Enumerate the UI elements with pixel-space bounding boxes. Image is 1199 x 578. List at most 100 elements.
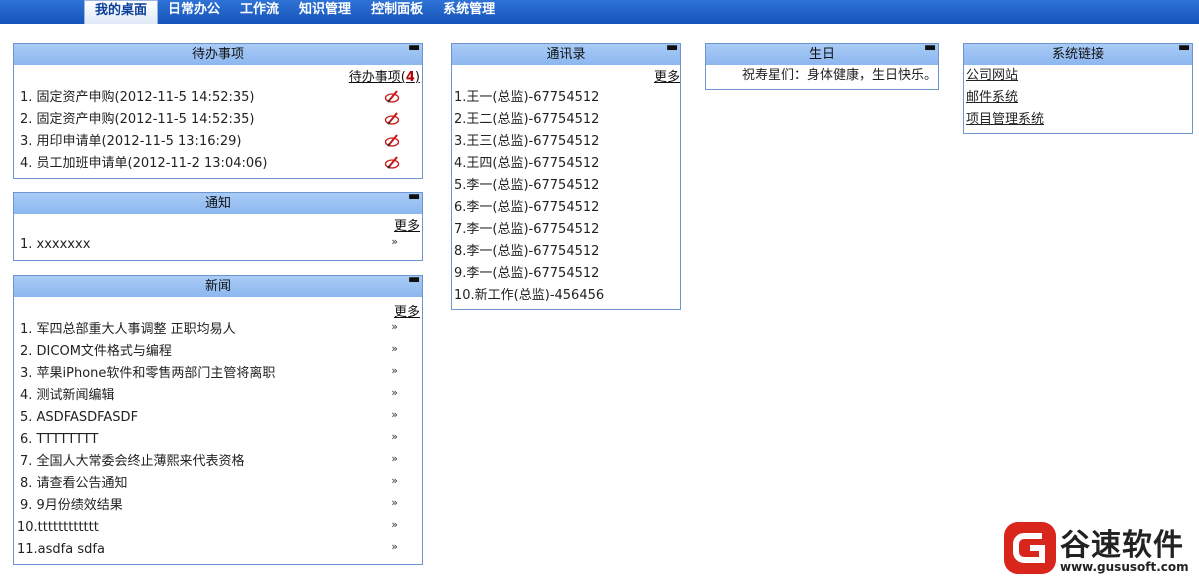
notice-panel-title: 通知	[204, 196, 231, 211]
links-panel-header: 系统链接 ▬	[964, 41, 1192, 65]
news-item-link[interactable]: 5. ASDFASDFASDF	[20, 410, 138, 425]
notice-item-link[interactable]: 1. xxxxxxx	[20, 237, 90, 252]
nav-tab-desktop[interactable]: 我的桌面	[84, 0, 159, 24]
news-item-link[interactable]: 10.tttttttttttt	[17, 520, 99, 535]
list-item: 4.王四(总监)-67754512	[452, 153, 680, 175]
double-chevron-icon[interactable]: »	[391, 452, 398, 466]
news-item-link[interactable]: 4. 测试新闻编辑	[20, 388, 115, 403]
news-more-row: 更多	[14, 297, 422, 320]
double-chevron-icon[interactable]: »	[391, 320, 398, 334]
list-item: 5.李一(总监)-67754512	[452, 175, 680, 197]
birthday-panel: 生日 ▬ 祝寿星们：身体健康，生日快乐。	[705, 41, 939, 90]
birthday-panel-title: 生日	[808, 47, 835, 62]
list-item: 9.李一(总监)-67754512	[452, 263, 680, 285]
nav-tab-daily-office[interactable]: 日常办公	[158, 0, 230, 24]
contact-item-link[interactable]: 1.王一(总监)-67754512	[454, 90, 599, 105]
contact-item-link[interactable]: 10.新工作(总监)-456456	[454, 288, 604, 303]
list-item: 2. DICOM文件格式与编程 »	[14, 341, 422, 363]
todo-count-close: )	[414, 70, 420, 85]
contacts-panel: 通讯录 ▬ 更多 1.王一(总监)-67754512 2.王二(总监)-6775…	[451, 41, 681, 310]
collapse-icon[interactable]: ▬	[1178, 41, 1190, 54]
double-chevron-icon[interactable]: »	[391, 386, 398, 400]
link-company-site[interactable]: 公司网站	[964, 68, 1018, 83]
todo-panel-header: 待办事项 ▬	[14, 41, 422, 65]
double-chevron-icon[interactable]: »	[391, 518, 398, 532]
nav-tab-control-panel[interactable]: 控制面板	[361, 0, 433, 24]
collapse-icon[interactable]: ▬	[408, 41, 420, 54]
notice-panel-header: 通知 ▬	[14, 190, 422, 214]
double-chevron-icon[interactable]: »	[391, 364, 398, 378]
todo-item-link[interactable]: 3. 用印申请单(2012-11-5 13:16:29)	[20, 134, 241, 149]
links-list: 公司网站 邮件系统 项目管理系统	[964, 65, 1192, 131]
collapse-icon[interactable]: ▬	[408, 190, 420, 203]
list-item: 7.李一(总监)-67754512	[452, 219, 680, 241]
collapse-icon[interactable]: ▬	[924, 41, 936, 54]
contact-item-link[interactable]: 8.李一(总监)-67754512	[454, 244, 599, 259]
news-item-link[interactable]: 3. 苹果iPhone软件和零售两部门主管将离职	[20, 366, 275, 381]
todo-more-link[interactable]: 待办事项(4)	[349, 66, 420, 85]
list-item: 3.王三(总监)-67754512	[452, 131, 680, 153]
contact-item-link[interactable]: 3.王三(总监)-67754512	[454, 134, 599, 149]
double-chevron-icon[interactable]: »	[391, 408, 398, 422]
todo-panel: 待办事项 ▬ 待办事项(4) 1. 固定资产申购(2012-11-5 14:52…	[13, 41, 423, 179]
list-item: 2. 固定资产申购(2012-11-5 14:52:35)	[14, 109, 422, 131]
contact-item-link[interactable]: 4.王四(总监)-67754512	[454, 156, 599, 171]
todo-more-row: 待办事项(4)	[14, 65, 422, 85]
pencil-icon[interactable]	[384, 89, 400, 105]
main-nav: 我的桌面 日常办公 工作流 知识管理 控制面板 系统管理	[84, 0, 505, 24]
nav-tab-system-admin[interactable]: 系统管理	[433, 0, 505, 24]
double-chevron-icon[interactable]: »	[391, 430, 398, 444]
list-item: 邮件系统	[964, 87, 1192, 109]
notice-list: 1. xxxxxxx »	[14, 234, 422, 256]
watermark-url: www.gususoft.com	[1060, 560, 1189, 574]
pencil-icon[interactable]	[384, 155, 400, 171]
news-item-link[interactable]: 8. 请查看公告通知	[20, 476, 128, 491]
news-more-link[interactable]: 更多	[394, 301, 420, 320]
news-item-link[interactable]: 9. 9月份绩效结果	[20, 498, 123, 513]
double-chevron-icon[interactable]: »	[391, 496, 398, 510]
list-item: 10.新工作(总监)-456456	[452, 285, 680, 307]
collapse-icon[interactable]: ▬	[666, 41, 678, 54]
notice-more-link[interactable]: 更多	[394, 215, 420, 234]
list-item: 7. 全国人大常委会终止薄熙来代表资格 »	[14, 451, 422, 473]
todo-panel-title: 待办事项	[191, 47, 244, 62]
news-item-link[interactable]: 7. 全国人大常委会终止薄熙来代表资格	[20, 454, 245, 469]
todo-item-link[interactable]: 2. 固定资产申购(2012-11-5 14:52:35)	[20, 112, 254, 127]
list-item: 4. 测试新闻编辑 »	[14, 385, 422, 407]
news-panel-header: 新闻 ▬	[14, 273, 422, 297]
logo-icon	[1004, 522, 1056, 574]
watermark-logo: 谷速软件 www.gususoft.com	[1002, 518, 1199, 578]
link-project-system[interactable]: 项目管理系统	[964, 112, 1044, 127]
contact-item-link[interactable]: 7.李一(总监)-67754512	[454, 222, 599, 237]
list-item: 11.asdfa sdfa »	[14, 539, 422, 561]
news-panel: 新闻 ▬ 更多 1. 军四总部重大人事调整 正职均易人 » 2. DICOM文件格…	[13, 273, 423, 565]
contact-item-link[interactable]: 9.李一(总监)-67754512	[454, 266, 599, 281]
list-item: 2.王二(总监)-67754512	[452, 109, 680, 131]
todo-item-link[interactable]: 4. 员工加班申请单(2012-11-2 13:04:06)	[20, 156, 267, 171]
news-item-link[interactable]: 1. 军四总部重大人事调整 正职均易人	[20, 322, 236, 337]
contact-item-link[interactable]: 6.李一(总监)-67754512	[454, 200, 599, 215]
news-item-link[interactable]: 11.asdfa sdfa	[17, 542, 105, 557]
contacts-more-link[interactable]: 更多	[654, 66, 680, 85]
pencil-icon[interactable]	[384, 111, 400, 127]
list-item: 4. 员工加班申请单(2012-11-2 13:04:06)	[14, 153, 422, 175]
link-mail-system[interactable]: 邮件系统	[964, 90, 1018, 105]
news-item-link[interactable]: 6. TTTTTTTT	[20, 432, 98, 447]
double-chevron-icon[interactable]: »	[391, 235, 398, 249]
nav-tab-workflow[interactable]: 工作流	[230, 0, 289, 24]
list-item: 1.王一(总监)-67754512	[452, 87, 680, 109]
pencil-icon[interactable]	[384, 133, 400, 149]
double-chevron-icon[interactable]: »	[391, 342, 398, 356]
list-item: 3. 苹果iPhone软件和零售两部门主管将离职 »	[14, 363, 422, 385]
news-panel-title: 新闻	[204, 279, 231, 294]
todo-item-link[interactable]: 1. 固定资产申购(2012-11-5 14:52:35)	[20, 90, 254, 105]
double-chevron-icon[interactable]: »	[391, 474, 398, 488]
contact-item-link[interactable]: 5.李一(总监)-67754512	[454, 178, 599, 193]
collapse-icon[interactable]: ▬	[408, 273, 420, 286]
todo-count-badge: 4	[405, 70, 415, 85]
todo-more-label: 待办事项	[348, 70, 401, 85]
nav-tab-knowledge[interactable]: 知识管理	[289, 0, 361, 24]
news-item-link[interactable]: 2. DICOM文件格式与编程	[20, 344, 172, 359]
contact-item-link[interactable]: 2.王二(总监)-67754512	[454, 112, 599, 127]
double-chevron-icon[interactable]: »	[391, 540, 398, 554]
